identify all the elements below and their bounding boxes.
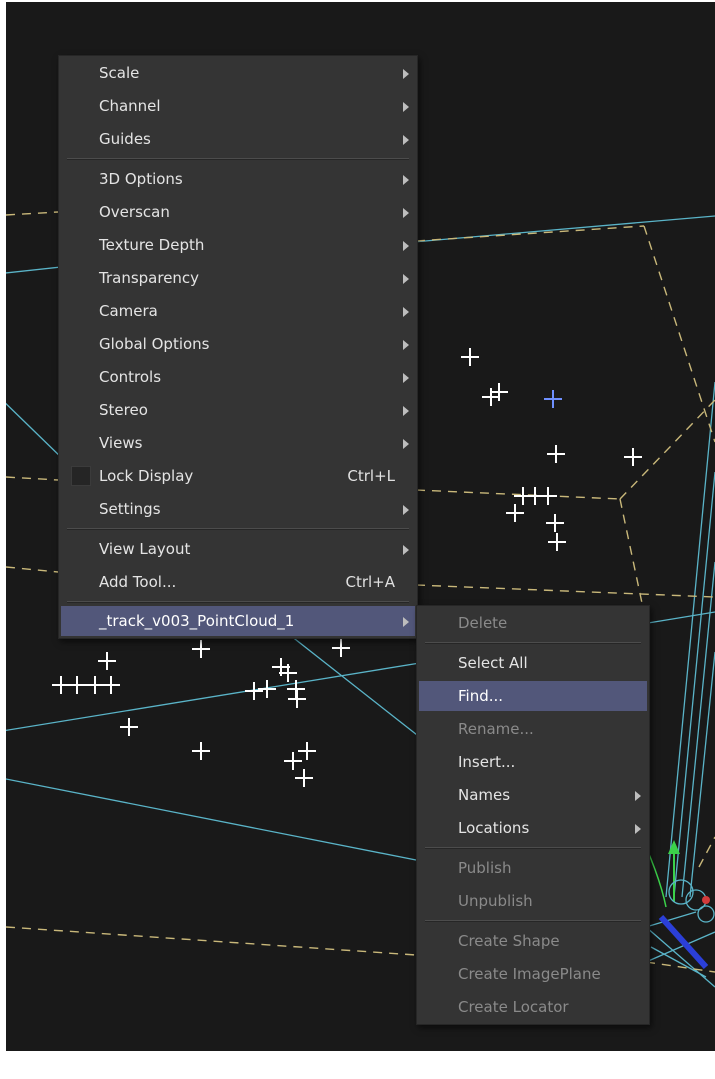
submenu-item-unpublish[interactable]: Unpublish bbox=[419, 886, 647, 916]
menu-item-label: Create ImagePlane bbox=[458, 965, 601, 983]
menu-item-3d-options[interactable]: 3D Options bbox=[61, 164, 415, 194]
menu-item-channel[interactable]: Channel bbox=[61, 91, 415, 121]
submenu-arrow-icon bbox=[403, 69, 409, 79]
submenu-arrow-icon bbox=[403, 439, 409, 449]
axis-gizmo bbox=[645, 840, 715, 970]
menu-item-label: Overscan bbox=[99, 203, 170, 221]
submenu-item-insert[interactable]: Insert... bbox=[419, 747, 647, 777]
menu-item-shortcut: Ctrl+A bbox=[345, 573, 395, 591]
submenu-arrow-icon bbox=[403, 208, 409, 218]
menu-item-label: Camera bbox=[99, 302, 158, 320]
3d-viewport[interactable]: Scale Channel Guides 3D Options Overscan… bbox=[6, 2, 715, 1051]
menu-item-shortcut: Ctrl+L bbox=[347, 467, 395, 485]
submenu-item-find[interactable]: Find... bbox=[419, 681, 647, 711]
menu-item-label: Add Tool... bbox=[99, 573, 177, 591]
submenu-item-create-locator[interactable]: Create Locator bbox=[419, 992, 647, 1022]
submenu-arrow-icon bbox=[403, 545, 409, 555]
submenu-arrow-icon bbox=[635, 791, 641, 801]
menu-item-label: 3D Options bbox=[99, 170, 183, 188]
submenu-item-locations[interactable]: Locations bbox=[419, 813, 647, 843]
menu-item-label: View Layout bbox=[99, 540, 191, 558]
menu-item-settings[interactable]: Settings bbox=[61, 494, 415, 524]
menu-item-label: _track_v003_PointCloud_1 bbox=[99, 612, 295, 630]
menu-item-label: Texture Depth bbox=[99, 236, 205, 254]
submenu-arrow-icon bbox=[635, 824, 641, 834]
submenu-arrow-icon bbox=[403, 406, 409, 416]
submenu-arrow-icon bbox=[403, 274, 409, 284]
menu-item-view-layout[interactable]: View Layout bbox=[61, 534, 415, 564]
menu-separator bbox=[425, 920, 641, 922]
submenu-arrow-icon bbox=[403, 135, 409, 145]
menu-item-point-cloud[interactable]: _track_v003_PointCloud_1 bbox=[61, 606, 415, 636]
menu-item-guides[interactable]: Guides bbox=[61, 124, 415, 154]
menu-separator bbox=[67, 528, 409, 530]
menu-item-label: Lock Display bbox=[99, 467, 194, 485]
menu-item-label: Channel bbox=[99, 97, 161, 115]
menu-item-label: Create Shape bbox=[458, 932, 560, 950]
point-cloud-submenu: Delete Select All Find... Rename... Inse… bbox=[416, 605, 650, 1025]
menu-item-transparency[interactable]: Transparency bbox=[61, 263, 415, 293]
menu-item-label: Unpublish bbox=[458, 892, 533, 910]
menu-item-views[interactable]: Views bbox=[61, 428, 415, 458]
menu-item-label: Global Options bbox=[99, 335, 210, 353]
submenu-arrow-icon bbox=[403, 505, 409, 515]
menu-item-label: Names bbox=[458, 786, 511, 804]
menu-separator bbox=[425, 642, 641, 644]
menu-item-label: Insert... bbox=[458, 753, 516, 771]
menu-item-global-options[interactable]: Global Options bbox=[61, 329, 415, 359]
submenu-item-rename[interactable]: Rename... bbox=[419, 714, 647, 744]
menu-item-overscan[interactable]: Overscan bbox=[61, 197, 415, 227]
menu-item-label: Controls bbox=[99, 368, 162, 386]
menu-item-label: Guides bbox=[99, 130, 151, 148]
menu-item-label: Settings bbox=[99, 500, 161, 518]
viewer-context-menu: Scale Channel Guides 3D Options Overscan… bbox=[58, 55, 418, 639]
submenu-item-publish[interactable]: Publish bbox=[419, 853, 647, 883]
submenu-item-select-all[interactable]: Select All bbox=[419, 648, 647, 678]
menu-item-label: Create Locator bbox=[458, 998, 569, 1016]
menu-item-lock-display[interactable]: Lock Display Ctrl+L bbox=[61, 461, 415, 491]
menu-item-label: Publish bbox=[458, 859, 512, 877]
menu-item-controls[interactable]: Controls bbox=[61, 362, 415, 392]
submenu-item-names[interactable]: Names bbox=[419, 780, 647, 810]
menu-item-label: Rename... bbox=[458, 720, 534, 738]
menu-item-label: Locations bbox=[458, 819, 530, 837]
menu-item-label: Transparency bbox=[99, 269, 200, 287]
submenu-item-delete[interactable]: Delete bbox=[419, 608, 647, 638]
menu-separator bbox=[425, 847, 641, 849]
menu-item-label: Delete bbox=[458, 614, 508, 632]
menu-item-stereo[interactable]: Stereo bbox=[61, 395, 415, 425]
submenu-arrow-icon bbox=[403, 373, 409, 383]
submenu-arrow-icon bbox=[403, 617, 409, 627]
menu-item-label: Select All bbox=[458, 654, 528, 672]
lock-display-checkbox[interactable] bbox=[71, 466, 91, 486]
menu-item-scale[interactable]: Scale bbox=[61, 58, 415, 88]
submenu-arrow-icon bbox=[403, 241, 409, 251]
submenu-arrow-icon bbox=[403, 307, 409, 317]
submenu-arrow-icon bbox=[403, 175, 409, 185]
menu-item-camera[interactable]: Camera bbox=[61, 296, 415, 326]
submenu-arrow-icon bbox=[403, 340, 409, 350]
menu-separator bbox=[67, 158, 409, 160]
menu-item-label: Views bbox=[99, 434, 143, 452]
submenu-item-create-imageplane[interactable]: Create ImagePlane bbox=[419, 959, 647, 989]
menu-item-label: Find... bbox=[458, 687, 504, 705]
menu-item-add-tool[interactable]: Add Tool... Ctrl+A bbox=[61, 567, 415, 597]
menu-item-label: Stereo bbox=[99, 401, 148, 419]
menu-item-label: Scale bbox=[99, 64, 140, 82]
menu-item-texture-depth[interactable]: Texture Depth bbox=[61, 230, 415, 260]
submenu-item-create-shape[interactable]: Create Shape bbox=[419, 926, 647, 956]
menu-separator bbox=[67, 601, 409, 603]
submenu-arrow-icon bbox=[403, 102, 409, 112]
